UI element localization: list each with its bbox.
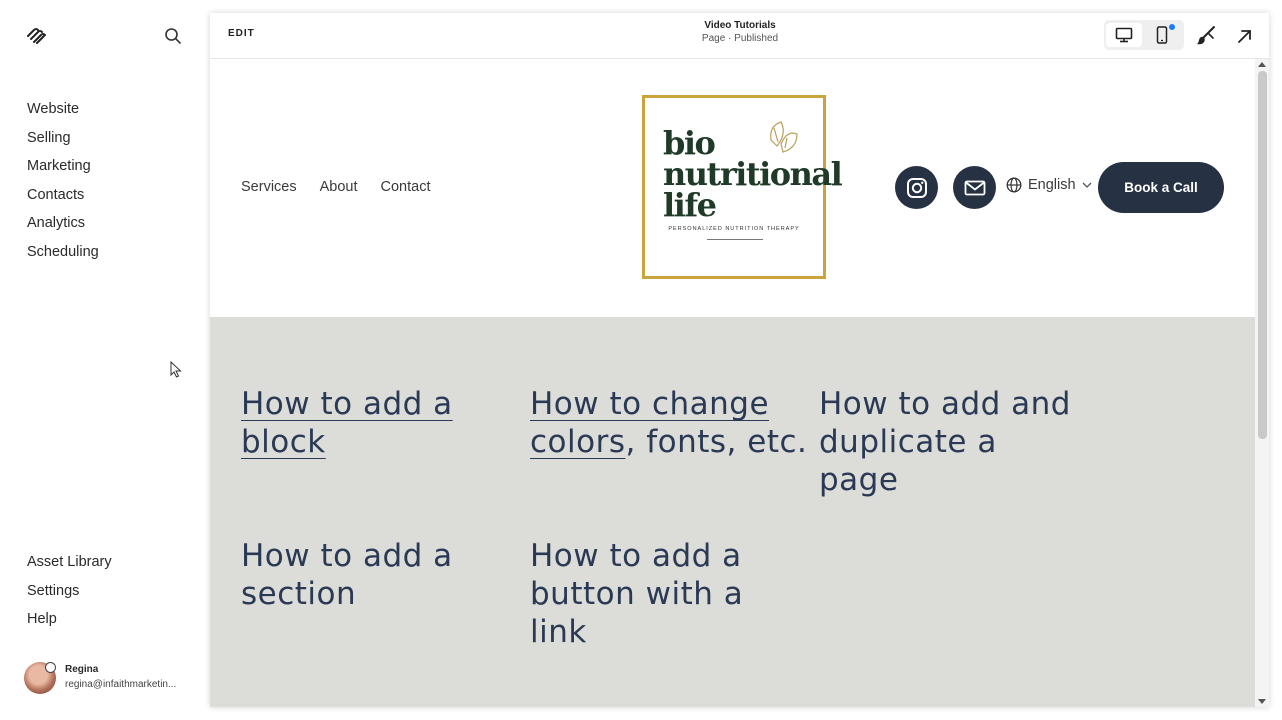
site-nav-services[interactable]: Services (241, 179, 297, 195)
sidebar-item-website[interactable]: Website (27, 99, 99, 128)
tutorial-add-button-line-2: button with a (530, 576, 744, 612)
scroll-thumb[interactable] (1258, 71, 1267, 439)
tutorial-duplicate-page-line-1: How to add and (819, 386, 1071, 422)
page-title-block: Video Tutorials Page · Published (650, 20, 830, 44)
edit-button[interactable]: EDIT (228, 28, 255, 39)
logo-tagline: PERSONALIZED NUTRITION THERAPY (668, 226, 800, 232)
tutorial-change-colors-link-2[interactable]: colors (530, 424, 626, 460)
sidebar-item-selling[interactable]: Selling (27, 128, 99, 157)
tutorial-add-button: How to add a button with a link (530, 537, 743, 651)
language-selector[interactable]: English (1006, 177, 1092, 193)
tutorial-add-section: How to add a section (241, 537, 453, 613)
exit-arrow-icon[interactable] (1235, 26, 1255, 46)
page-title: Video Tutorials (704, 20, 776, 31)
mobile-icon (1156, 26, 1168, 44)
site-nav: Services About Contact (241, 179, 431, 195)
sidebar-item-scheduling[interactable]: Scheduling (27, 242, 99, 271)
search-icon[interactable] (163, 26, 183, 46)
editor-frame: EDIT Video Tutorials Page · Published Se… (210, 13, 1269, 707)
mobile-view-button[interactable] (1144, 23, 1180, 47)
sidebar-main-nav: Website Selling Marketing Contacts Analy… (27, 99, 99, 270)
site-logo[interactable]: bio nutritional life PERSONALIZED NUTRIT… (642, 95, 843, 279)
book-a-call-button[interactable]: Book a Call (1098, 162, 1224, 213)
tutorial-change-colors: How to change colors, fonts, etc. (530, 385, 807, 461)
desktop-icon (1115, 27, 1133, 43)
avatar-badge-icon (45, 662, 56, 673)
tutorial-change-colors-tail: , fonts, etc. (625, 424, 808, 460)
site-nav-about[interactable]: About (320, 179, 358, 195)
sidebar-item-analytics[interactable]: Analytics (27, 213, 99, 242)
instagram-button[interactable] (895, 166, 938, 209)
tutorial-add-button-line-3: link (530, 614, 587, 650)
tutorial-duplicate-page-line-2: duplicate a (819, 424, 997, 460)
tutorial-add-block: How to add a block (241, 385, 453, 461)
scroll-down-arrow-icon[interactable] (1258, 699, 1266, 704)
instagram-icon (906, 177, 927, 198)
chevron-down-icon (1082, 182, 1092, 188)
tutorial-duplicate-page: How to add and duplicate a page (819, 385, 1071, 499)
squarespace-logo-icon[interactable] (26, 27, 48, 45)
tutorials-section: How to add a block How to change colors,… (210, 317, 1255, 707)
tutorial-add-button-line-1: How to add a (530, 538, 742, 574)
logo-wordmark: bio nutritional life (663, 127, 843, 224)
device-view-toggle (1104, 20, 1184, 50)
preview-scrollbar[interactable] (1255, 59, 1269, 707)
tutorial-add-block-link-1[interactable]: How to add a (241, 386, 453, 422)
site-nav-contact[interactable]: Contact (381, 179, 431, 195)
page-status: Page · Published (701, 33, 779, 44)
desktop-view-button[interactable] (1106, 23, 1142, 47)
notification-dot (1169, 24, 1175, 30)
user-name: Regina (65, 664, 99, 675)
paintbrush-icon[interactable] (1195, 25, 1217, 47)
tutorial-add-section-line-1: How to add a (241, 538, 453, 574)
sidebar-item-asset-library[interactable]: Asset Library (27, 552, 112, 581)
sidebar-item-help[interactable]: Help (27, 609, 112, 638)
sidebar: Website Selling Marketing Contacts Analy… (0, 0, 210, 720)
tutorial-add-block-link-2[interactable]: block (241, 424, 326, 460)
language-label: English (1028, 177, 1076, 193)
site-preview: Services About Contact bio nutritional l… (210, 59, 1255, 707)
email-button[interactable] (953, 166, 996, 209)
tutorial-add-section-line-2: section (241, 576, 357, 612)
site-header: Services About Contact bio nutritional l… (210, 59, 1255, 317)
logo-line-3: life (663, 186, 717, 224)
sidebar-item-settings[interactable]: Settings (27, 581, 112, 610)
editor-topbar: EDIT Video Tutorials Page · Published (210, 13, 1269, 59)
scroll-up-arrow-icon[interactable] (1258, 62, 1266, 67)
sidebar-bottom-nav: Asset Library Settings Help (27, 552, 112, 638)
globe-icon (1006, 177, 1022, 193)
tutorial-change-colors-link-1[interactable]: How to change (530, 386, 769, 422)
sidebar-item-contacts[interactable]: Contacts (27, 185, 99, 214)
mail-icon (964, 180, 985, 195)
user-account[interactable]: Regina regina@infaithmarketin... (24, 661, 204, 697)
user-email: regina@infaithmarketin... (65, 679, 177, 690)
sidebar-item-marketing[interactable]: Marketing (27, 156, 99, 185)
mouse-cursor-icon (170, 361, 182, 378)
logo-divider (707, 239, 763, 240)
tutorial-duplicate-page-line-3: page (819, 462, 899, 498)
